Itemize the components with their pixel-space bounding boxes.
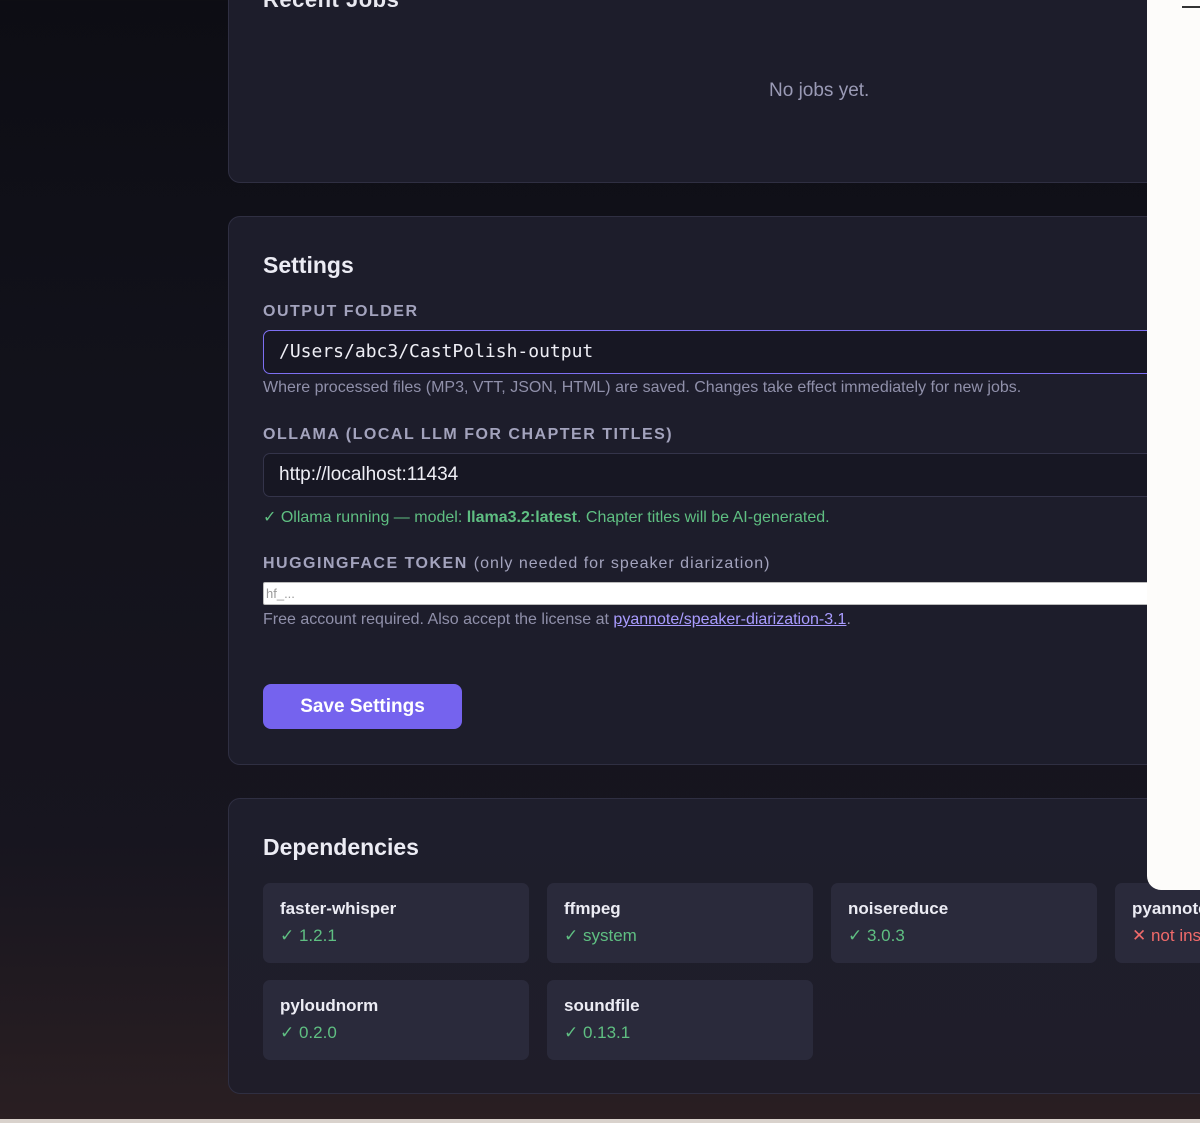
- dependency-tile-pyloudnorm: pyloudnorm ✓ 0.2.0: [263, 980, 529, 1060]
- hf-token-label-main: HUGGINGFACE TOKEN: [263, 555, 468, 572]
- output-folder-hint: Where processed files (MP3, VTT, JSON, H…: [263, 379, 1022, 396]
- dependency-status: ✓ 1.2.1: [280, 926, 337, 945]
- dependency-tile-pyannote: pyannote ✕ not ins: [1115, 883, 1200, 963]
- ollama-status-prefix: ✓ Ollama running — model:: [263, 509, 467, 526]
- hf-token-hint-prefix: Free account required. Also accept the l…: [263, 611, 614, 628]
- dependency-tile-ffmpeg: ffmpeg ✓ system: [547, 883, 813, 963]
- ollama-status: ✓ Ollama running — model: llama3.2:lates…: [263, 507, 830, 527]
- window-bottom-edge: [0, 1119, 1200, 1123]
- dependency-name: noisereduce: [848, 899, 949, 918]
- ollama-url-input[interactable]: http://localhost:11434: [263, 453, 1200, 497]
- dependencies-title: Dependencies: [263, 834, 419, 860]
- hf-token-label-note: (only needed for speaker diarization): [473, 555, 771, 572]
- save-settings-button[interactable]: Save Settings: [263, 684, 462, 729]
- ollama-status-suffix: . Chapter titles will be AI-generated.: [577, 509, 830, 526]
- output-folder-input[interactable]: /Users/abc3/CastPolish-output: [263, 330, 1200, 374]
- dependency-status: ✓ 0.13.1: [564, 1023, 631, 1042]
- dependency-status: ✓ 3.0.3: [848, 926, 905, 945]
- hf-token-label: HUGGINGFACE TOKEN (only needed for speak…: [263, 555, 770, 573]
- overlay-side-panel: [1147, 0, 1200, 890]
- dependency-name: soundfile: [564, 996, 640, 1015]
- pyannote-license-link[interactable]: pyannote/speaker-diarization-3.1: [613, 611, 846, 628]
- output-folder-label: OUTPUT FOLDER: [263, 303, 419, 320]
- hf-token-input[interactable]: hf_...: [263, 582, 1200, 605]
- dependency-name: faster-whisper: [280, 899, 397, 918]
- ollama-label: OLLAMA (LOCAL LLM FOR CHAPTER TITLES): [263, 426, 674, 443]
- dependency-tile-faster-whisper: faster-whisper ✓ 1.2.1: [263, 883, 529, 963]
- dependency-status: ✓ 0.2.0: [280, 1023, 337, 1042]
- empty-jobs-message: No jobs yet.: [769, 80, 870, 101]
- dependency-tile-soundfile: soundfile ✓ 0.13.1: [547, 980, 813, 1060]
- dependency-name: pyannote: [1132, 899, 1200, 918]
- recent-jobs-card: [228, 0, 1200, 183]
- ollama-model-name: llama3.2:latest: [466, 509, 577, 526]
- panel-minimize-icon[interactable]: [1182, 6, 1200, 8]
- hf-token-hint: Free account required. Also accept the l…: [263, 611, 851, 629]
- dependency-tile-noisereduce: noisereduce ✓ 3.0.3: [831, 883, 1097, 963]
- recent-jobs-title: Recent Jobs: [263, 0, 399, 13]
- hf-token-hint-suffix: .: [846, 611, 851, 628]
- dependency-status: ✓ system: [564, 926, 637, 945]
- dependency-name: pyloudnorm: [280, 996, 379, 1015]
- settings-title: Settings: [263, 252, 354, 278]
- dependency-name: ffmpeg: [564, 899, 621, 918]
- dependency-status: ✕ not ins: [1132, 926, 1200, 945]
